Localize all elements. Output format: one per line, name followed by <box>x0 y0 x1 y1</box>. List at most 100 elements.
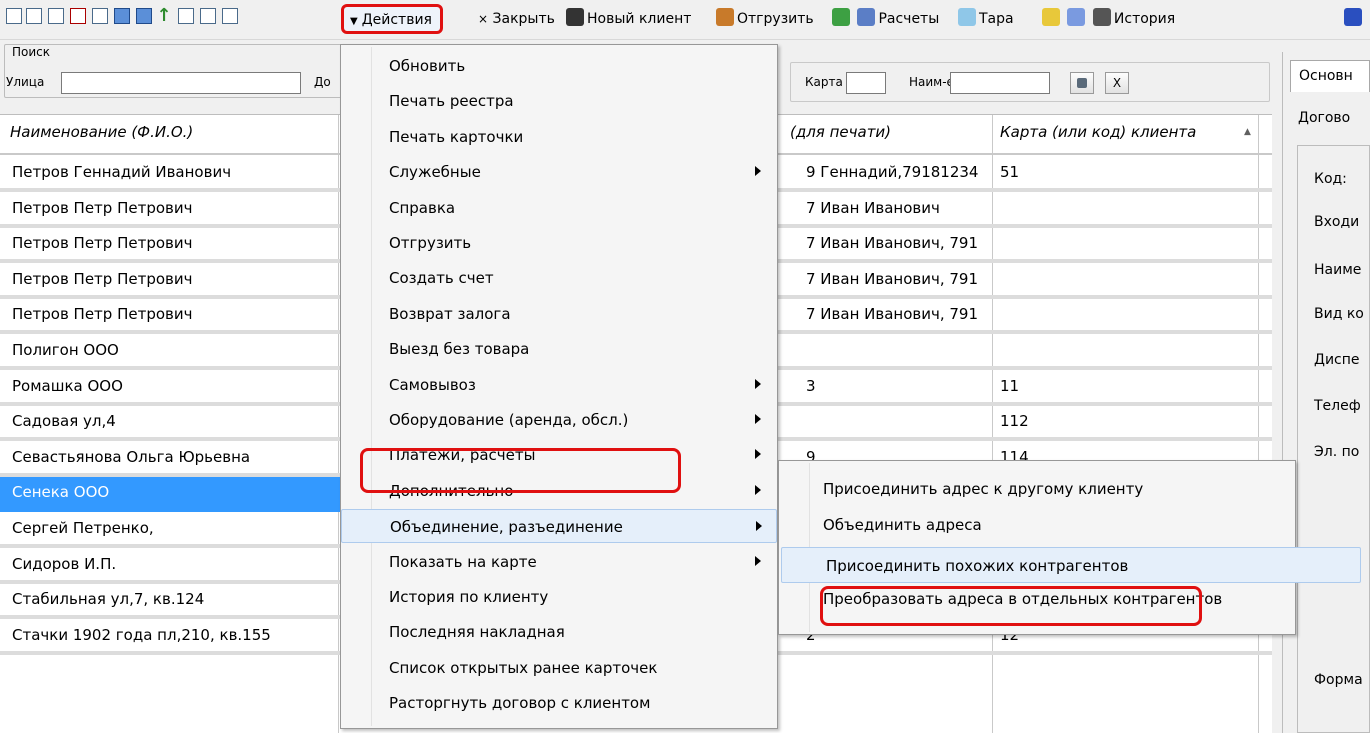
submenu-arrow-icon <box>755 484 761 495</box>
cell-print: 3 <box>806 376 816 395</box>
cell-name: Полигон ООО <box>12 341 119 359</box>
chevron-down-icon: ▼ <box>350 16 358 27</box>
chart-icon <box>1042 8 1060 26</box>
column-header-name[interactable]: Наименование (Ф.И.О.) <box>10 123 193 141</box>
card-field-label: Входи <box>1314 214 1360 230</box>
menu-item-label: Расторгнуть договор с клиентом <box>389 694 651 713</box>
scroll-up-icon[interactable]: ▲ <box>1244 127 1251 137</box>
tab-main[interactable]: Основн <box>1290 60 1370 92</box>
new-document-icon[interactable] <box>26 8 42 24</box>
menu-item[interactable]: Расторгнуть договор с клиентом <box>341 686 777 720</box>
menu-item[interactable]: Объединение, разъединение <box>341 509 777 544</box>
menu-item[interactable]: Обновить <box>341 49 777 83</box>
monitor-button[interactable] <box>1344 8 1365 30</box>
graph-icon <box>1067 8 1086 26</box>
menu-item[interactable]: Служебные <box>341 155 777 189</box>
menu-item-label: Справка <box>389 198 456 217</box>
menu-item-label: История по клиенту <box>389 588 549 606</box>
column-header-card[interactable]: Карта (или код) клиента <box>1000 123 1196 141</box>
menu-item-label: Показать на карте <box>389 552 537 571</box>
list-icon[interactable] <box>6 8 22 24</box>
contract-label: Догово <box>1298 110 1351 126</box>
street-input[interactable] <box>61 72 301 94</box>
submenu-arrow-icon <box>756 521 762 532</box>
submenu-item-label: Объединить адреса <box>823 516 982 534</box>
ship-button[interactable]: Отгрузить <box>716 8 814 30</box>
export-icon[interactable] <box>136 8 152 24</box>
submenu-item[interactable]: Присоединить адрес к другому клиенту <box>779 471 1295 507</box>
new-client-button[interactable]: Новый клиент <box>566 8 691 30</box>
arrow-up-icon[interactable]: ↑ <box>156 7 172 25</box>
format-icon[interactable] <box>200 8 216 24</box>
cell-name: Севастьянова Ольга Юрьевна <box>12 447 251 466</box>
clear-filter-button[interactable]: X <box>1105 72 1129 94</box>
tara-button[interactable]: Тара <box>958 8 1014 30</box>
menu-item[interactable]: Оборудование (аренда, обсл.) <box>341 403 777 437</box>
monitor-icon <box>1344 8 1362 26</box>
submenu-arrow-icon <box>755 414 761 424</box>
user-icon <box>566 8 584 26</box>
search-button[interactable] <box>1070 72 1094 94</box>
menu-item[interactable]: Список открытых ранее карточек <box>341 651 777 685</box>
column-header-print[interactable]: (для печати) <box>790 123 891 141</box>
card-field-label: Телеф <box>1314 398 1361 414</box>
print-icon[interactable] <box>114 8 130 24</box>
edit-icon[interactable] <box>48 8 64 24</box>
menu-item[interactable]: Выезд без товара <box>341 332 777 366</box>
card-field-label: Диспе <box>1314 352 1360 368</box>
menu-item-label: Объединение, разъединение <box>390 518 623 537</box>
cell-name: Петров Петр Петрович <box>12 198 193 217</box>
menu-item[interactable]: Печать реестра <box>341 84 777 118</box>
hierarchy-icon[interactable] <box>92 8 108 24</box>
menu-item[interactable]: Показать на карте <box>341 545 777 579</box>
card-field-label: Форма <box>1314 672 1363 688</box>
menu-item-label: Возврат залога <box>389 304 511 323</box>
cell-name: Стачки 1902 года пл,210, кв.155 <box>12 625 271 644</box>
card-field-label: Эл. по <box>1314 444 1360 460</box>
history-button[interactable]: История <box>1042 8 1175 30</box>
cell-name: Стабильная ул,7, кв.124 <box>12 590 205 609</box>
menu-item[interactable]: Создать счет <box>341 261 777 295</box>
menu-item[interactable]: Самовывоз <box>341 368 777 402</box>
cell-name: Сергей Петренко, <box>12 519 154 537</box>
cell-name: Садовая ул,4 <box>12 412 116 431</box>
cell-card: 11 <box>1000 376 1020 395</box>
card-field-label: Вид ко <box>1314 306 1364 322</box>
submenu-item[interactable]: Присоединить похожих контрагентов <box>781 547 1361 583</box>
menu-item-label: Отгрузить <box>389 234 472 252</box>
menu-item[interactable]: Печать карточки <box>341 120 777 154</box>
cell-print: 9 Геннадий,79181234 <box>806 163 979 181</box>
submenu-arrow-icon <box>755 166 761 177</box>
submenu-item[interactable]: Объединить адреса <box>779 507 1295 543</box>
calc-button[interactable]: Расчеты <box>832 8 939 30</box>
cell-print: 7 Иван Иванович, 791 <box>806 234 978 253</box>
card-input[interactable] <box>846 72 886 94</box>
menu-item-label: Список открытых ранее карточек <box>389 658 658 677</box>
menu-item[interactable]: Отгрузить <box>341 226 777 260</box>
cell-print: 7 Иван Иванович, 791 <box>806 269 978 288</box>
name-input[interactable] <box>950 72 1050 94</box>
annotation-ring-submenu <box>820 586 1202 626</box>
delete-icon[interactable] <box>70 8 86 24</box>
report-icon[interactable] <box>222 8 238 24</box>
cell-name: Ромашка ООО <box>12 376 123 395</box>
actions-menu-button[interactable]: ▼ Действия <box>341 4 443 34</box>
menu-item-label: Последняя накладная <box>389 623 565 642</box>
cell-name: Петров Петр Петрович <box>12 234 193 253</box>
menu-item[interactable]: Последняя накладная <box>341 615 777 649</box>
card-field-label: Наиме <box>1314 262 1362 278</box>
menu-item[interactable]: Справка <box>341 191 777 225</box>
truck-icon <box>716 8 734 26</box>
menu-item[interactable]: Возврат залога <box>341 297 777 331</box>
close-icon: × <box>478 12 489 26</box>
name-label: Наим-е <box>909 75 954 89</box>
menu-item[interactable]: История по клиенту <box>341 580 777 614</box>
card-field-label: Код: <box>1314 171 1347 187</box>
calculator-icon <box>857 8 876 26</box>
submenu-item-label: Присоединить адрес к другому клиенту <box>823 480 1144 498</box>
collapse-icon[interactable] <box>178 8 194 24</box>
close-button[interactable]: × Закрыть <box>478 8 555 30</box>
cell-name: Петров Геннадий Иванович <box>12 163 232 181</box>
search-legend: Поиск <box>10 45 53 59</box>
actions-menu: Обновить Печать реестра Печать карточки Слу… <box>340 44 778 729</box>
